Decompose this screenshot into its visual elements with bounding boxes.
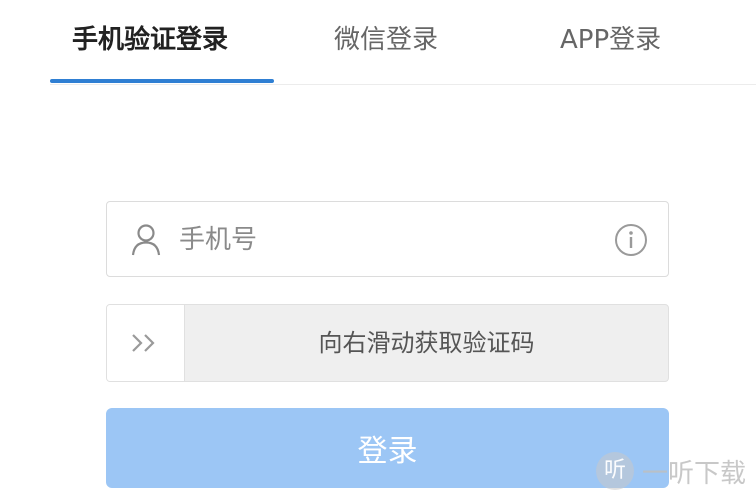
slider-hint-text: 向右滑动获取验证码 (318, 329, 535, 357)
info-icon[interactable] (614, 223, 648, 257)
watermark-logo: 听 (596, 452, 634, 490)
watermark-logo-text: 听 (603, 458, 626, 483)
phone-field[interactable] (106, 201, 669, 277)
phone-input[interactable] (177, 216, 601, 264)
tab-app-login[interactable]: APP登录 (560, 20, 661, 60)
watermark-text: 一听下载 (642, 458, 747, 489)
active-tab-indicator (50, 79, 274, 83)
tab-wechat-login[interactable]: 微信登录 (334, 20, 438, 60)
login-page: 手机验证登录 微信登录 APP登录 向右滑动获取验证码 登录 听 一听下载 (0, 0, 756, 496)
slide-verification[interactable]: 向右滑动获取验证码 (106, 304, 669, 382)
slider-handle[interactable] (107, 305, 185, 381)
double-chevron-right-icon (132, 334, 155, 352)
user-icon (131, 224, 161, 256)
login-tabs: 手机验证登录 微信登录 APP登录 (50, 0, 756, 85)
tab-phone-verification-login[interactable]: 手机验证登录 (72, 20, 228, 60)
watermark: 听 一听下载 (596, 451, 746, 491)
login-button[interactable]: 登录 (106, 408, 669, 488)
